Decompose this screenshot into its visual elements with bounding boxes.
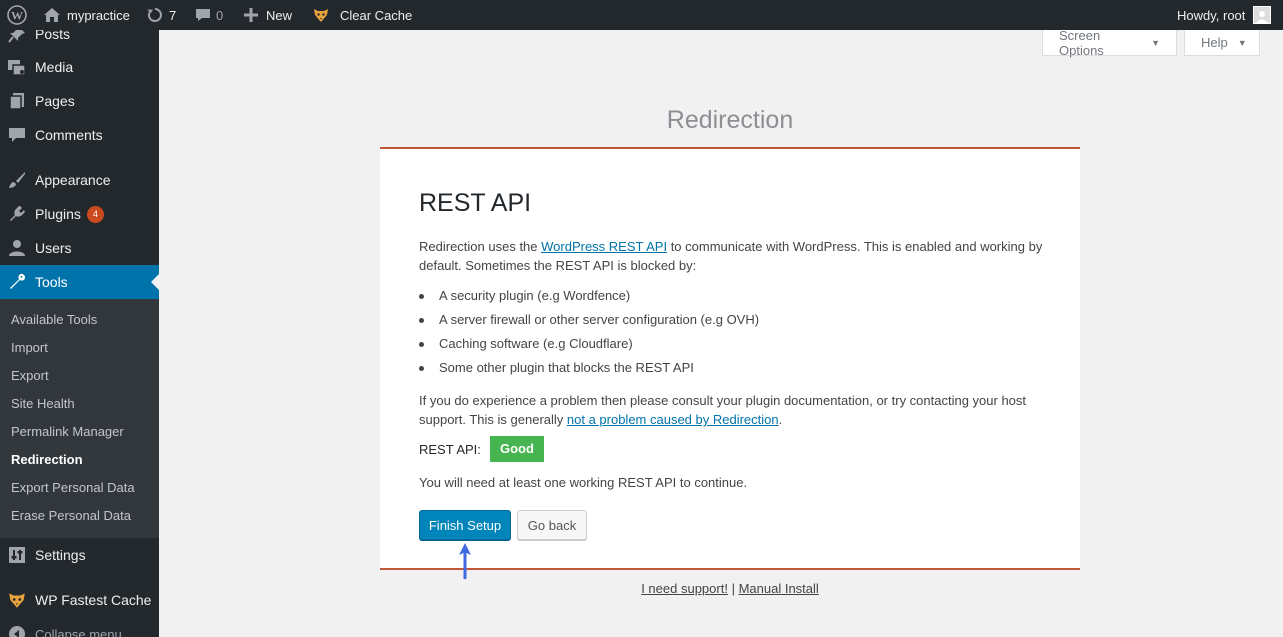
admin-sidebar: Posts Media Pages Comments Appearance Pl… [0,30,159,637]
continue-note: You will need at least one working REST … [419,475,748,490]
sidebar-item-settings[interactable]: Settings [0,538,159,572]
submenu-item-available-tools[interactable]: Available Tools [11,312,97,327]
sidebar-item-label: Collapse menu [35,626,122,637]
support-links: I need support! | Manual Install [380,581,1080,596]
my-account-link[interactable]: Howdy, root [1177,0,1272,30]
sidebar-item-label: Tools [35,274,68,290]
setup-wizard-card: REST API Redirection uses the WordPress … [380,147,1080,570]
finish-setup-button[interactable]: Finish Setup [419,510,511,540]
list-item: A security plugin (e.g Wordfence) [418,288,631,303]
clear-cache-link[interactable]: Clear Cache [312,0,412,30]
sidebar-item-label: Settings [35,547,86,563]
sidebar-item-posts[interactable]: Posts [0,30,159,51]
status-label: REST API: [419,441,481,457]
sidebar-item-label: Posts [35,30,71,42]
list-item: A server firewall or other server config… [418,312,760,327]
need-support-link[interactable]: I need support! [641,581,728,596]
submenu-item-site-health[interactable]: Site Health [11,396,75,411]
howdy-text: Howdy, root [1177,7,1246,23]
sidebar-item-label: Appearance [35,172,111,188]
list-item-text: Caching software (e.g Cloudflare) [439,336,633,351]
screen-options-button[interactable]: Screen Options ▼ [1042,27,1177,58]
list-item: Caching software (e.g Cloudflare) [419,336,633,351]
arrow-up-icon [458,542,472,583]
sidebar-item-label: Pages [35,93,75,109]
submenu-item-erase-personal-data[interactable]: Erase Personal Data [11,508,131,523]
submenu-item-import[interactable]: Import [11,340,48,355]
sidebar-item-wp-fastest-cache[interactable]: WP Fastest Cache [0,583,159,617]
paintbrush-icon [7,171,27,189]
user-icon [7,239,27,257]
updates-count: 7 [169,7,177,23]
submenu-item-permalink-manager[interactable]: Permalink Manager [11,424,124,439]
plugins-update-badge: 4 [86,205,104,223]
plus-icon [244,8,258,22]
sidebar-item-label: Plugins [35,206,81,222]
intro-text: Redirection uses the [419,239,542,254]
new-label: New [266,7,293,23]
list-item-text: Some other plugin that blocks the REST A… [439,360,694,375]
svg-text:W: W [11,9,23,23]
refresh-icon [146,6,164,24]
new-content-link[interactable]: New [244,0,292,30]
submenu-item-redirection[interactable]: Redirection [11,452,83,467]
sidebar-item-appearance[interactable]: Appearance [0,163,159,197]
problem-paragraph: If you do experience a problem then plea… [419,391,1049,429]
pushpin-icon [7,30,27,43]
problem-text-end: . [778,412,783,427]
sidebar-item-label: Comments [35,127,103,143]
site-name-link[interactable]: mypractice [43,0,130,30]
tools-submenu: Available Tools Import Export Site Healt… [0,299,159,538]
settings-sliders-icon [7,546,27,564]
submenu-item-export-personal-data[interactable]: Export Personal Data [11,480,135,495]
comment-bubble-icon [7,126,27,144]
not-a-problem-link[interactable]: not a problem caused by Redirection [567,412,779,427]
submenu-item-export[interactable]: Export [11,368,49,383]
help-label: Help [1201,35,1228,50]
help-button[interactable]: Help ▼ [1184,30,1260,56]
media-icon [7,58,27,76]
wordpress-logo-icon[interactable]: W [7,0,27,30]
pages-icon [7,92,27,110]
manual-install-link[interactable]: Manual Install [739,581,819,596]
list-item: Some other plugin that blocks the REST A… [419,360,694,375]
go-back-button[interactable]: Go back [517,510,587,540]
rest-api-status: REST API: Good [419,436,544,462]
sidebar-item-users[interactable]: Users [0,231,159,265]
admin-bar: W mypractice 7 0 New Clear Cache Howdy, … [0,0,1283,30]
intro-paragraph: Redirection uses the WordPress REST API … [419,237,1049,275]
page-title: Redirection [666,106,794,134]
site-name: mypractice [67,7,130,23]
collapse-icon [7,625,27,637]
sidebar-item-media[interactable]: Media [0,50,159,84]
updates-link[interactable]: 7 [146,0,176,30]
cheetah-icon [7,590,27,610]
sidebar-item-tools[interactable]: Tools [0,265,159,299]
avatar [1253,6,1272,24]
collapse-menu-button[interactable]: Collapse menu [0,617,159,637]
comments-link[interactable]: 0 [195,0,223,30]
sidebar-item-label: Users [35,240,72,256]
caret-down-icon: ▼ [1237,37,1247,48]
sidebar-item-label: WP Fastest Cache [35,592,152,608]
list-item-text: A server firewall or other server config… [439,312,760,327]
wizard-heading: REST API [419,189,532,217]
wrench-icon [7,273,27,291]
comments-count: 0 [216,7,224,23]
sidebar-item-pages[interactable]: Pages [0,84,159,118]
clear-cache-label: Clear Cache [340,7,413,23]
sidebar-item-comments[interactable]: Comments [0,118,159,152]
home-icon [43,7,61,23]
list-item-text: A security plugin (e.g Wordfence) [439,288,631,303]
rest-api-docs-link[interactable]: WordPress REST API [541,239,667,254]
sidebar-item-plugins[interactable]: Plugins 4 [0,197,159,231]
comment-bubble-icon [195,7,211,23]
plug-icon [7,205,27,223]
screen-options-label: Screen Options [1059,27,1104,58]
sidebar-item-label: Media [35,59,74,75]
caret-down-icon: ▼ [1151,37,1160,48]
link-separator: | [731,581,735,596]
status-badge: Good [490,436,544,462]
cheetah-icon [312,6,330,24]
